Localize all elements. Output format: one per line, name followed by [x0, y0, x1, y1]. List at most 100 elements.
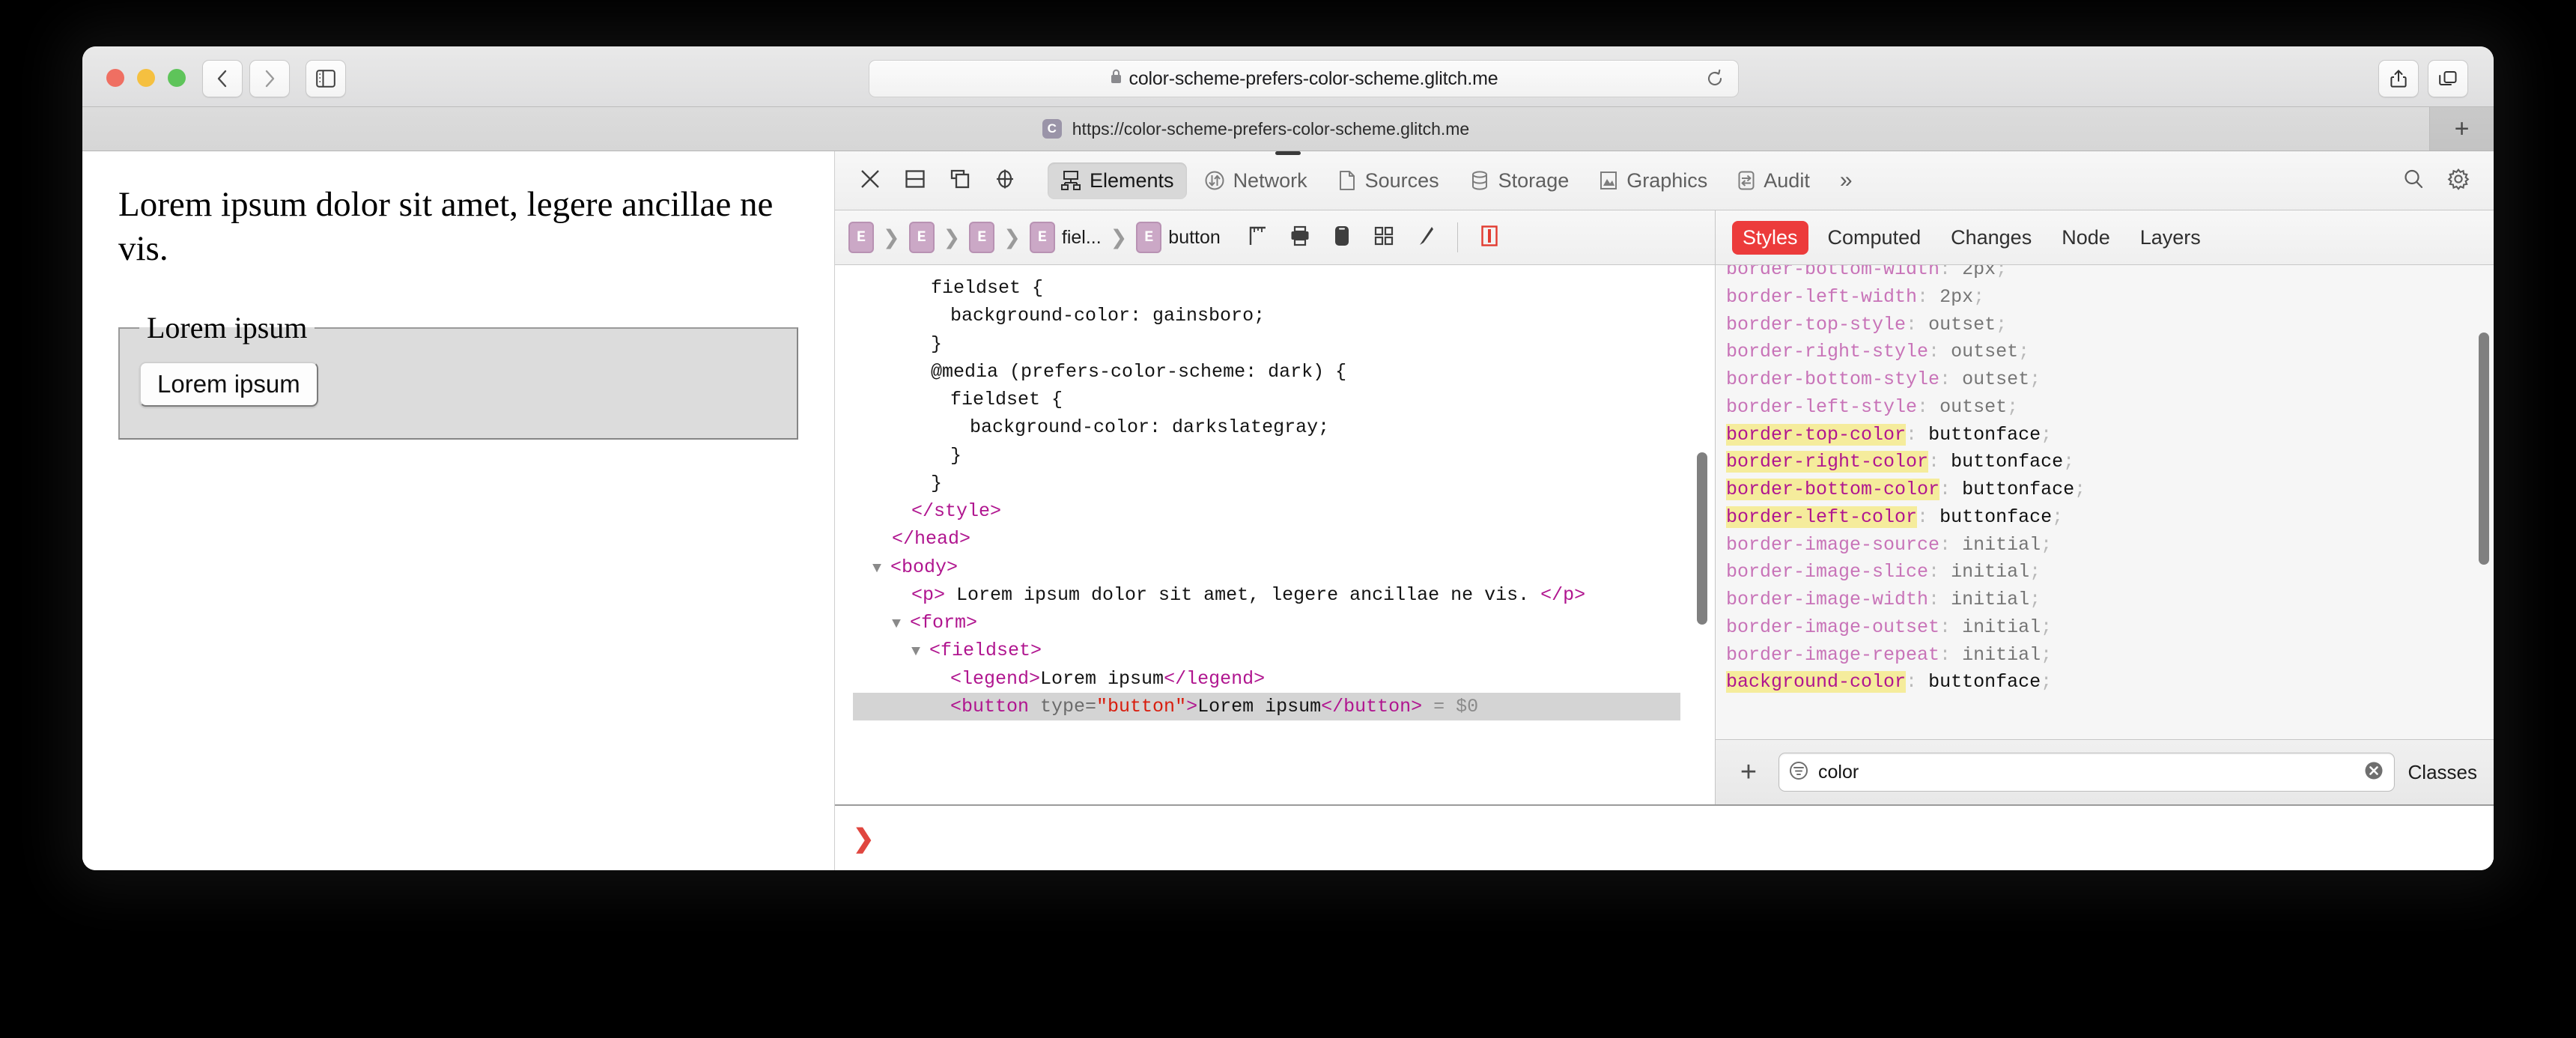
css-property-row[interactable]: border-image-slice: initial; [1726, 559, 2494, 586]
dom-tree-line[interactable]: } [853, 470, 1680, 497]
dock-bottom-button[interactable] [895, 160, 935, 201]
grid-overlay-button[interactable] [1366, 219, 1402, 255]
tab-sources-label: Sources [1364, 169, 1439, 192]
clear-icon[interactable] [2363, 759, 2385, 786]
back-button[interactable] [202, 60, 243, 97]
css-property-row[interactable]: border-left-color: buttonface; [1726, 504, 2494, 532]
layout-ruler-button[interactable] [1240, 219, 1276, 255]
dom-tree-line[interactable]: fieldset { [853, 274, 1680, 302]
breadcrumb-item-1[interactable]: E [908, 222, 935, 253]
styles-filter-input[interactable]: color [1778, 753, 2395, 792]
share-button[interactable] [2378, 60, 2419, 97]
disclosure-triangle-icon[interactable]: ▼ [911, 643, 929, 661]
tab-network[interactable]: Network [1191, 163, 1320, 199]
css-property-row[interactable]: border-top-style: outset; [1726, 312, 2494, 339]
tab-node[interactable]: Node [2051, 221, 2121, 255]
styles-scrollbar[interactable] [2479, 333, 2489, 565]
dom-tree-line[interactable]: ▼ <body> [853, 553, 1680, 581]
disclosure-triangle-icon[interactable]: ▼ [872, 560, 890, 577]
tab-overview-button[interactable] [2428, 60, 2468, 97]
dom-tree-line[interactable]: ▼ <form> [853, 609, 1680, 637]
css-properties-list[interactable]: border-bottom-width: 2px; border-left-wid… [1716, 265, 2494, 739]
dom-tree[interactable]: fieldset {background-color: gainsboro;} @… [835, 265, 1715, 804]
css-colon: : [1939, 616, 1963, 638]
breadcrumb-item-2[interactable]: E [969, 222, 995, 253]
force-state-button[interactable] [1471, 219, 1507, 255]
dom-tree-line[interactable]: <button type="button">Lorem ipsum</butto… [853, 692, 1680, 720]
breadcrumb-item-button[interactable]: E button [1136, 222, 1221, 253]
tab-graphics[interactable]: Graphics [1586, 163, 1720, 199]
address-bar-content: color-scheme-prefers-color-scheme.glitch… [1110, 68, 1498, 90]
device-mode-button[interactable] [1324, 219, 1360, 255]
css-property-row[interactable]: border-image-repeat: initial; [1726, 642, 2494, 670]
css-property-row[interactable]: border-top-color: buttonface; [1726, 422, 2494, 449]
devtools-settings-button[interactable] [2438, 160, 2479, 201]
tab-computed[interactable]: Computed [1817, 221, 1932, 255]
close-devtools-button[interactable] [850, 160, 890, 201]
dock-side-button[interactable] [940, 160, 980, 201]
tab-changes[interactable]: Changes [1940, 221, 2042, 255]
new-tab-button[interactable]: + [2430, 107, 2494, 151]
dom-tree-line[interactable]: <p> Lorem ipsum dolor sit amet, legere a… [853, 581, 1680, 609]
css-colon: : [1939, 533, 1963, 556]
dom-tree-line[interactable]: </head> [853, 525, 1680, 553]
css-property-row[interactable]: border-left-style: outset; [1726, 394, 2494, 422]
dom-tree-line[interactable]: ▼ <fieldset> [853, 637, 1680, 664]
dom-tree-line[interactable]: background-color: darkslategray; [853, 413, 1680, 441]
css-semicolon: ; [2052, 506, 2064, 528]
devtools-search-button[interactable] [2393, 160, 2434, 201]
breadcrumb-item-fieldset[interactable]: E fiel... [1029, 222, 1102, 253]
dom-tree-scrollbar[interactable] [1697, 452, 1707, 625]
maximize-window-button[interactable] [168, 69, 186, 87]
css-semicolon: ; [2007, 395, 2019, 418]
css-property-value: initial [1962, 643, 2041, 666]
tab-overview-icon [2438, 70, 2458, 88]
sidebar-toggle-button[interactable] [306, 60, 346, 97]
disclosure-triangle-icon[interactable]: ▼ [892, 616, 910, 633]
inspect-target-button[interactable] [985, 160, 1025, 201]
dom-tree-line[interactable]: fieldset { [853, 386, 1680, 413]
tab-elements[interactable]: Elements [1048, 162, 1187, 199]
dom-token: <button [950, 695, 1041, 717]
css-property-row[interactable]: border-image-outset: initial; [1726, 614, 2494, 642]
dom-tree-line[interactable]: </style> [853, 497, 1680, 525]
browser-tab[interactable]: C https://color-scheme-prefers-color-sch… [82, 107, 2430, 151]
dom-token: Lorem ipsum [1040, 667, 1164, 690]
classes-button[interactable]: Classes [2408, 761, 2477, 784]
css-property-row[interactable]: border-left-width: 2px; [1726, 284, 2494, 312]
forward-button[interactable] [249, 60, 290, 97]
tab-layers[interactable]: Layers [2130, 221, 2211, 255]
reload-icon[interactable] [1705, 69, 1725, 92]
paint-brush-button[interactable] [1408, 219, 1444, 255]
dom-tree-line[interactable]: <legend>Lorem ipsum</legend> [853, 665, 1680, 693]
minimize-window-button[interactable] [137, 69, 155, 87]
drawer-resize-handle[interactable] [1275, 151, 1301, 155]
share-icon [2390, 69, 2408, 88]
css-property-row[interactable]: border-image-source: initial; [1726, 532, 2494, 559]
print-button[interactable] [1282, 219, 1318, 255]
css-property-row[interactable]: border-bottom-color: buttonface; [1726, 476, 2494, 504]
close-window-button[interactable] [106, 69, 124, 87]
page-button[interactable]: Lorem ipsum [139, 362, 318, 407]
css-property-row[interactable]: border-bottom-style: outset; [1726, 366, 2494, 394]
add-style-rule-button[interactable]: + [1732, 756, 1765, 789]
css-property-row[interactable]: border-right-color: buttonface; [1726, 449, 2494, 476]
navigation-buttons [202, 60, 346, 97]
tab-sources[interactable]: Sources [1325, 163, 1452, 199]
tab-styles[interactable]: Styles [1732, 220, 1808, 255]
dom-tree-line[interactable]: } [853, 442, 1680, 470]
tab-audit[interactable]: Audit [1725, 163, 1823, 199]
dom-tree-line[interactable]: background-color: gainsboro; [853, 302, 1680, 330]
dom-tree-line[interactable]: @media (prefers-color-scheme: dark) { [853, 358, 1680, 386]
breadcrumb-item-0[interactable]: E [848, 222, 874, 253]
css-property-row[interactable]: background-color: buttonface; [1726, 669, 2494, 696]
dom-tree-line[interactable]: } [853, 330, 1680, 358]
css-property-row[interactable]: border-image-width: initial; [1726, 586, 2494, 614]
css-property-row[interactable]: border-right-style: outset; [1726, 339, 2494, 366]
address-bar[interactable]: color-scheme-prefers-color-scheme.glitch… [869, 60, 1739, 97]
dom-token: @media (prefers-color-scheme: dark) { [931, 360, 1347, 383]
tab-storage[interactable]: Storage [1456, 163, 1582, 199]
breadcrumb-tools [1240, 219, 1507, 255]
css-property-row[interactable]: border-bottom-width: 2px; [1726, 265, 2494, 284]
more-tabs-button[interactable]: » [1827, 161, 1865, 200]
